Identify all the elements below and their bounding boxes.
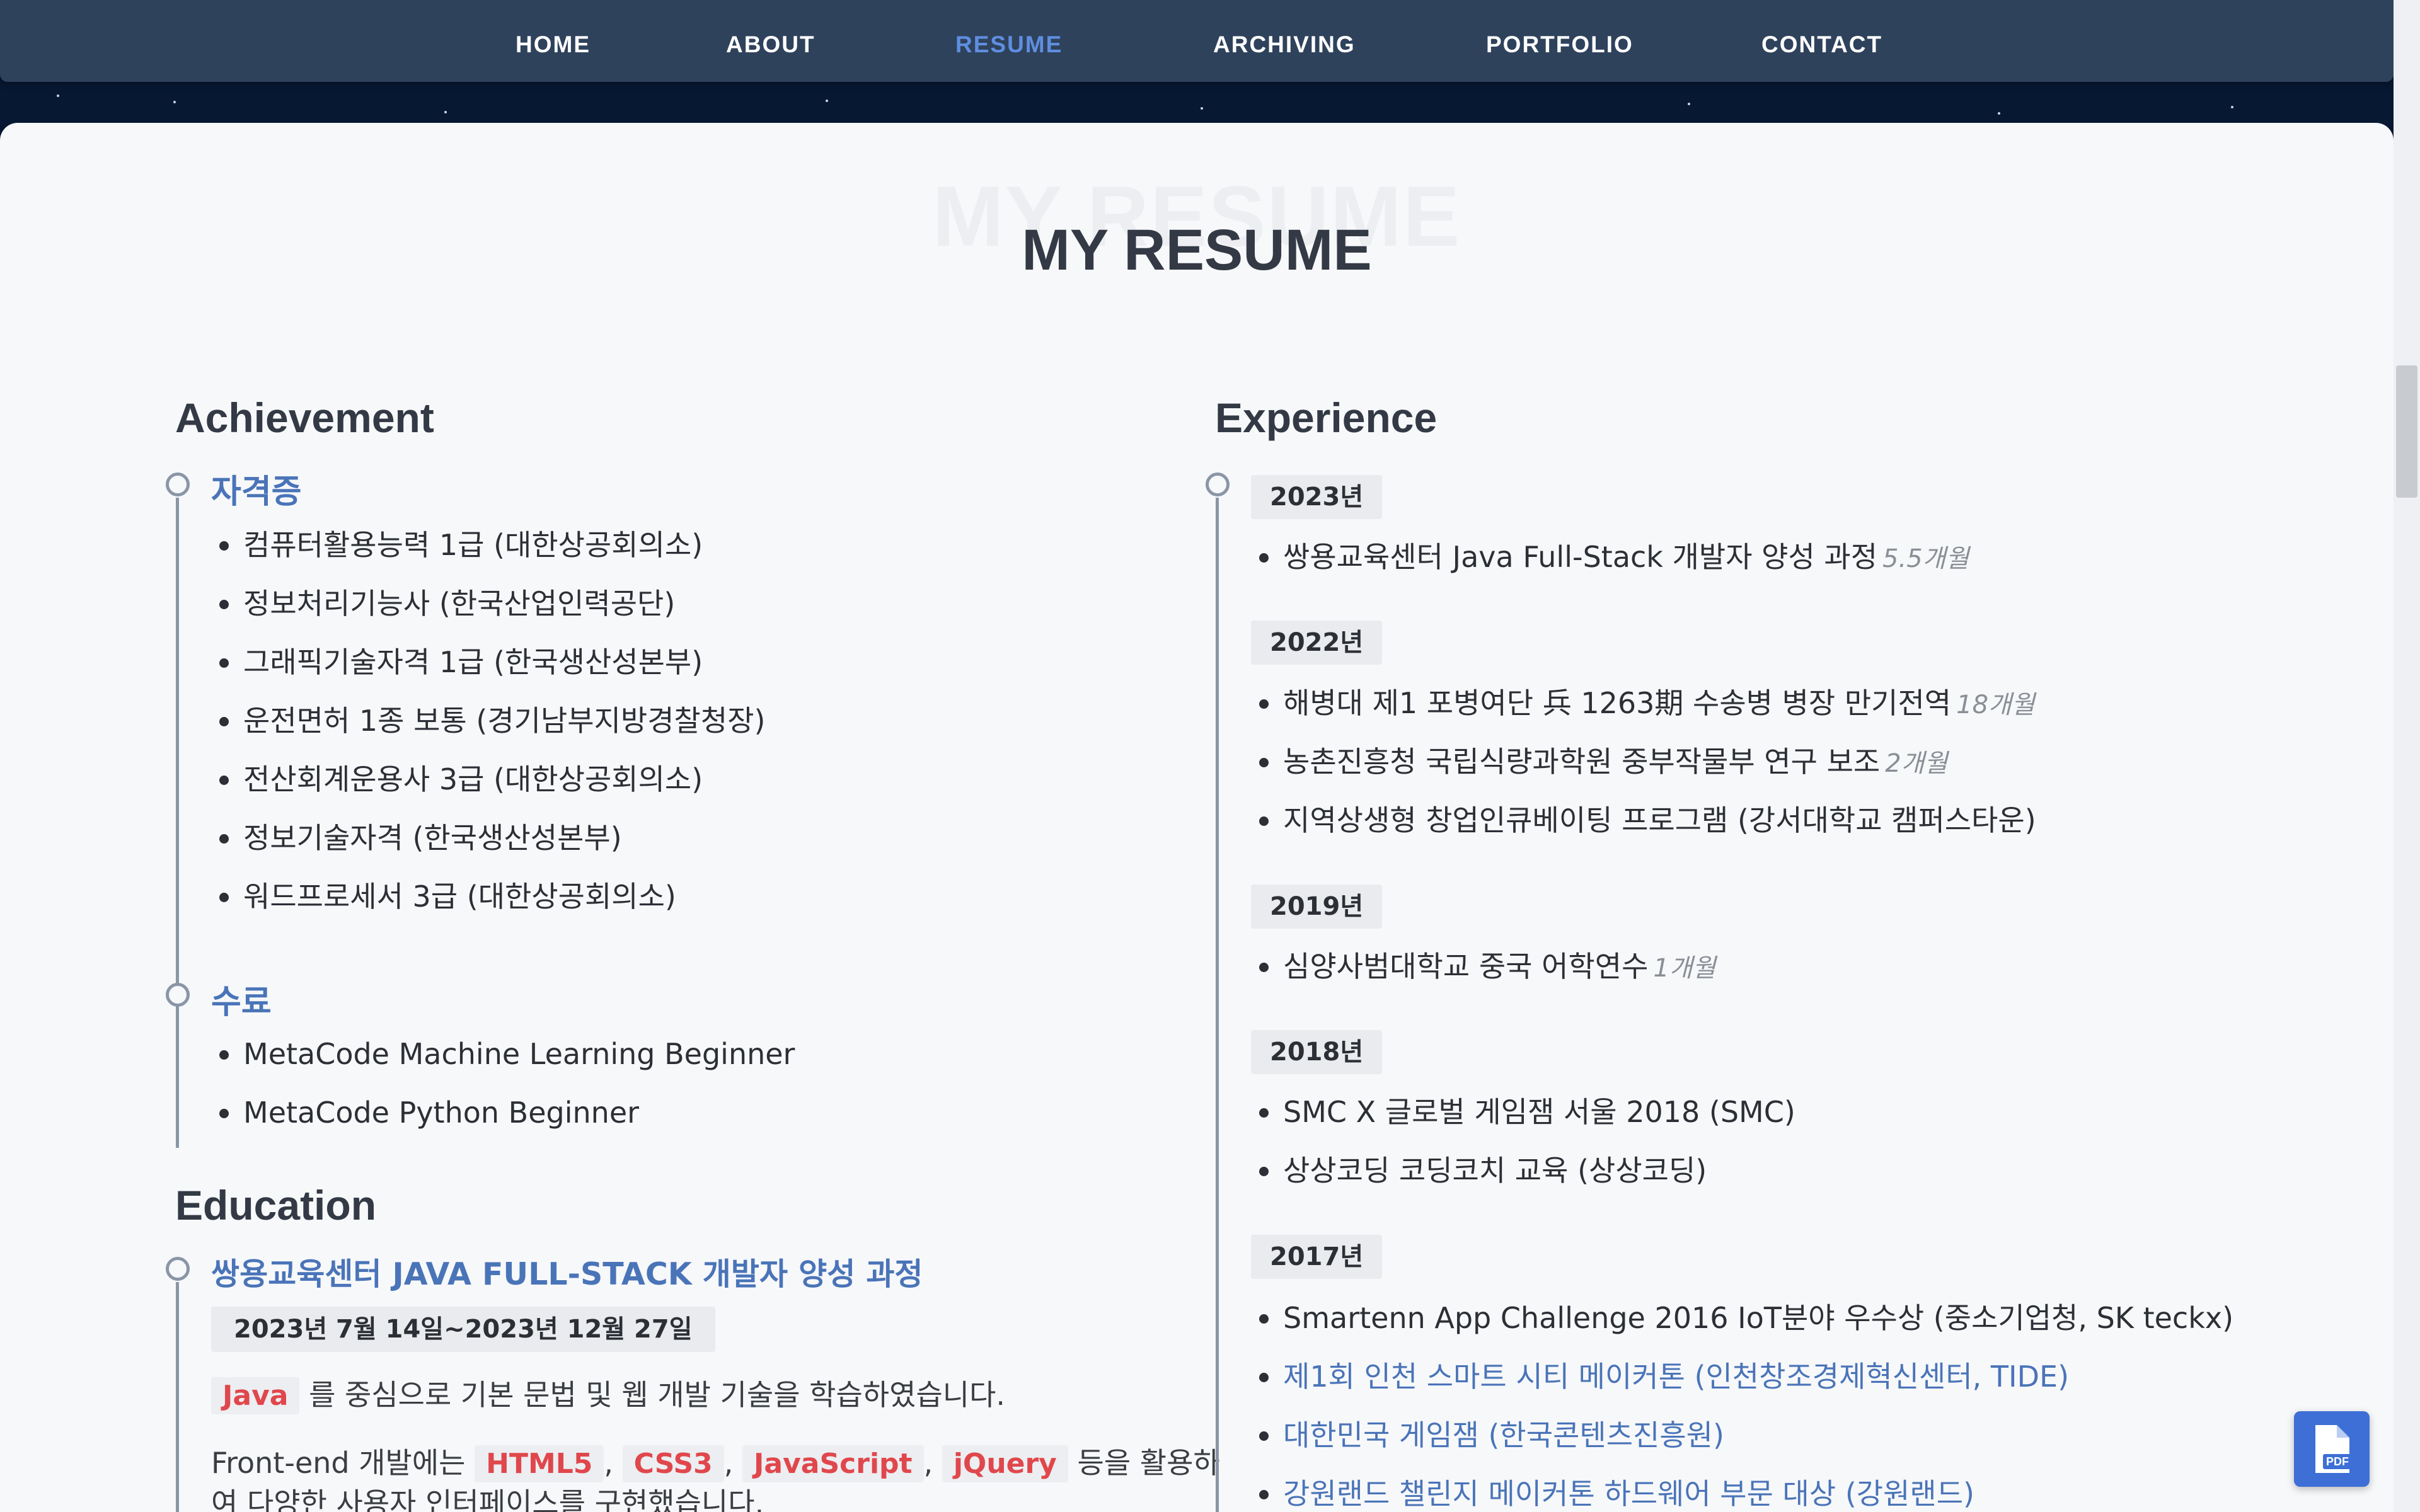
list-item: 지역상생형 창업인큐베이팅 프로그램 (강서대학교 캠퍼스타운) xyxy=(1253,802,2036,861)
education-line-1-text: 를 중심으로 기본 문법 및 웹 개발 기술을 학습하였습니다. xyxy=(309,1378,1006,1412)
pdf-label: PDF xyxy=(2326,1455,2349,1468)
experience-2022-list: 해병대 제1 포병여단 兵 1263期 수송병 병장 만기전역 18개월 농촌진흥… xyxy=(1253,685,2036,861)
experience-link[interactable]: 제1회 인천 스마트 시티 메이커톤 (인천창조경제혁신센터, TIDE) xyxy=(1283,1360,2069,1394)
list-item: 그래픽기술자격 1급 (한국생산성본부) xyxy=(213,644,765,702)
nav-portfolio[interactable]: PORTFOLIO xyxy=(1486,32,1634,58)
timeline-node xyxy=(166,983,190,1007)
list-item: 정보기술자격 (한국생산성본부) xyxy=(213,820,765,878)
timeline-node xyxy=(166,1257,190,1281)
timeline-node xyxy=(166,472,190,496)
list-item: 강원랜드 챌린지 메이커톤 하드웨어 부문 대상 (강원랜드) xyxy=(1253,1475,2233,1512)
pdf-file-icon: PDF xyxy=(2315,1425,2352,1473)
completion-heading: 수료 xyxy=(211,983,272,1021)
year-badge-2017: 2017년 xyxy=(1251,1235,1383,1279)
nav-archiving[interactable]: ARCHIVING xyxy=(1213,32,1356,58)
year-badge-2019: 2019년 xyxy=(1251,885,1383,929)
separator: , xyxy=(723,1446,734,1480)
code-tag: HTML5 xyxy=(475,1445,604,1482)
list-item: MetaCode Python Beginner xyxy=(213,1094,795,1153)
nav-home[interactable]: HOME xyxy=(516,32,591,58)
education-title: 쌍용교육센터 JAVA FULL-STACK 개발자 양성 과정 xyxy=(211,1256,923,1292)
list-item: 제1회 인천 스마트 시티 메이커톤 (인천창조경제혁신센터, TIDE) xyxy=(1253,1358,2233,1417)
list-item: 운전면허 1종 보통 (경기남부지방경찰청장) xyxy=(213,702,765,761)
list-item: SMC X 글로벌 게임잼 서울 2018 (SMC) xyxy=(1253,1094,1795,1152)
list-item: 농촌진흥청 국립식량과학원 중부작물부 연구 보조 2개월 xyxy=(1253,743,2036,802)
year-badge-2022: 2022년 xyxy=(1251,621,1383,665)
scrollbar-thumb[interactable] xyxy=(2396,365,2417,498)
experience-2018-list: SMC X 글로벌 게임잼 서울 2018 (SMC) 상상코딩 코딩코치 교육… xyxy=(1253,1094,1795,1211)
list-item: 대한민국 게임잼 (한국콘텐츠진흥원) xyxy=(1253,1417,2233,1475)
code-tag: JavaScript xyxy=(742,1445,924,1482)
experience-2017-list: Smartenn App Challenge 2016 IoT분야 우수상 (중… xyxy=(1253,1300,2233,1512)
list-item: MetaCode Machine Learning Beginner xyxy=(213,1036,795,1094)
list-item: 정보처리기능사 (한국산업인력공단) xyxy=(213,585,765,644)
list-item: 쌍용교육센터 Java Full-Stack 개발자 양성 과정 5.5개월 xyxy=(1253,539,1969,597)
experience-link[interactable]: 강원랜드 챌린지 메이커톤 하드웨어 부문 대상 (강원랜드) xyxy=(1283,1477,1974,1511)
education-date: 2023년 7월 14일~2023년 12월 27일 xyxy=(211,1307,715,1352)
completion-list: MetaCode Machine Learning Beginner MetaC… xyxy=(213,1036,795,1153)
education-heading: Education xyxy=(175,1182,377,1228)
list-item: 컴퓨터활용능력 1급 (대한상공회의소) xyxy=(213,527,765,585)
code-tag: Java xyxy=(211,1377,300,1414)
separator: , xyxy=(604,1446,614,1480)
pdf-download-button[interactable]: PDF xyxy=(2294,1411,2370,1487)
achievement-heading: Achievement xyxy=(175,394,434,441)
education-line-2-prefix: Front-end 개발에는 xyxy=(211,1446,466,1480)
top-navbar: HOME ABOUT RESUME ARCHIVING PORTFOLIO CO… xyxy=(0,0,2394,82)
nav-contact[interactable]: CONTACT xyxy=(1761,32,1882,58)
list-item: 워드프로세서 3급 (대한상공회의소) xyxy=(213,878,765,937)
nav-about[interactable]: ABOUT xyxy=(726,32,815,58)
year-badge-2018: 2018년 xyxy=(1251,1030,1383,1074)
code-tag: jQuery xyxy=(942,1445,1068,1482)
page-title: MY RESUME xyxy=(1022,218,1372,282)
timeline-node xyxy=(1206,472,1230,496)
certificates-heading: 자격증 xyxy=(211,473,302,511)
nav-resume[interactable]: RESUME xyxy=(955,32,1063,58)
education-timeline-line xyxy=(176,1282,179,1512)
separator: , xyxy=(923,1446,933,1480)
experience-link[interactable]: 대한민국 게임잼 (한국콘텐츠진흥원) xyxy=(1283,1418,1724,1452)
experience-heading: Experience xyxy=(1215,394,1438,441)
certificates-list: 컴퓨터활용능력 1급 (대한상공회의소) 정보처리기능사 (한국산업인력공단) … xyxy=(213,527,765,937)
list-item: 상상코딩 코딩코치 교육 (상상코딩) xyxy=(1253,1152,1795,1211)
year-badge-2023: 2023년 xyxy=(1251,475,1383,519)
education-line-3: 여 다양한 사용자 인터페이스를 구현했습니다. xyxy=(211,1486,764,1512)
experience-2019-list: 심양사범대학교 중국 어학연수 1개월 xyxy=(1253,948,1715,1007)
experience-timeline-line xyxy=(1216,498,1219,1512)
education-line-2: Front-end 개발에는 HTML5, CSS3, JavaScript, … xyxy=(211,1440,1220,1482)
education-line-1: Java 를 중심으로 기본 문법 및 웹 개발 기술을 학습하였습니다. xyxy=(211,1372,1005,1414)
list-item: 해병대 제1 포병여단 兵 1263期 수송병 병장 만기전역 18개월 xyxy=(1253,685,2036,743)
achievement-timeline-line xyxy=(176,498,179,1148)
code-tag: CSS3 xyxy=(622,1445,724,1482)
education-line-2-suffix: 등을 활용하 xyxy=(1077,1446,1220,1480)
list-item: 전산회계운용사 3급 (대한상공회의소) xyxy=(213,761,765,820)
experience-2023-list: 쌍용교육센터 Java Full-Stack 개발자 양성 과정 5.5개월 xyxy=(1253,539,1969,597)
list-item: 심양사범대학교 중국 어학연수 1개월 xyxy=(1253,948,1715,1007)
list-item: Smartenn App Challenge 2016 IoT분야 우수상 (중… xyxy=(1253,1300,2233,1358)
scrollbar-track[interactable] xyxy=(2394,0,2420,1512)
